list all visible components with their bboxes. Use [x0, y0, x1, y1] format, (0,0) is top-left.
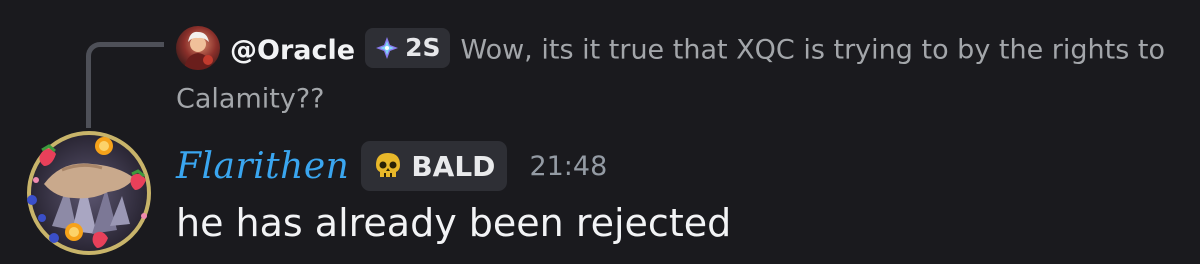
- reply-author-avatar[interactable]: [176, 25, 220, 70]
- sparkle-diamond-icon: [376, 36, 399, 59]
- reply-author-tag[interactable]: 2S: [365, 27, 451, 68]
- skull-icon: [376, 153, 401, 177]
- author-avatar[interactable]: [22, 126, 156, 260]
- reply-preview[interactable]: @Oracle 2S Wow, its it true that XQC is tr…: [176, 25, 1166, 123]
- author-role-tag[interactable]: BALD: [361, 141, 508, 191]
- reply-tag-label: 2S: [405, 32, 441, 62]
- message-content: he has already been rejected: [176, 201, 732, 245]
- role-tag-label: BALD: [411, 149, 496, 183]
- message-timestamp[interactable]: 21:48: [529, 151, 607, 182]
- reply-connector: [86, 42, 164, 128]
- message-header: Flarithen BALD 21:48: [176, 138, 607, 194]
- author-name[interactable]: Flarithen: [176, 146, 349, 187]
- reply-author-name[interactable]: @Oracle: [230, 35, 355, 66]
